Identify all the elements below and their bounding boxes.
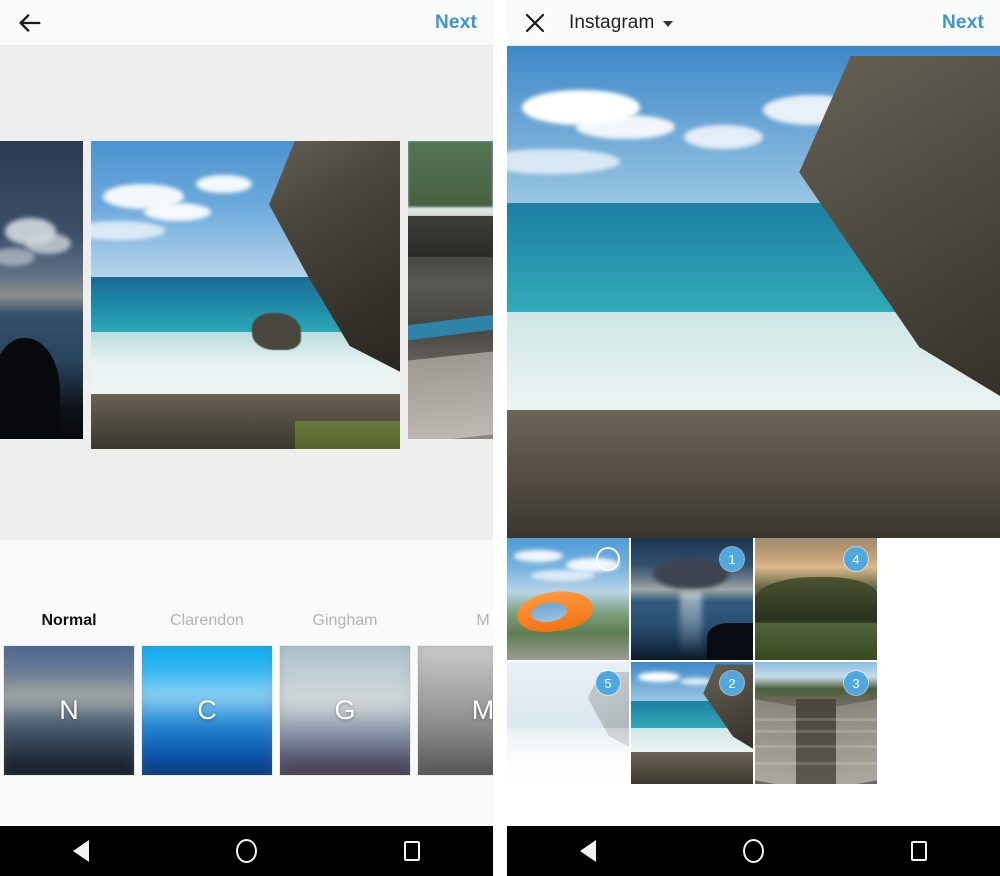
square-recents-icon[interactable] (404, 841, 420, 861)
train-station-platform-image (408, 141, 493, 439)
filter-name-text: Normal (0, 612, 138, 630)
filter-letter-label: M (418, 646, 493, 775)
filter-thumb-moon[interactable]: M (418, 646, 493, 775)
android-navbar-left (0, 826, 493, 876)
photo-carousel[interactable] (0, 141, 493, 449)
dual-screenshot-container: Next (0, 0, 1000, 876)
selected-photo-preview[interactable] (507, 46, 1000, 538)
gallery-item[interactable] (507, 538, 629, 660)
triangle-back-icon[interactable] (73, 840, 89, 862)
album-selector[interactable]: Instagram (569, 12, 673, 34)
filter-option-gingham[interactable]: G (276, 646, 414, 775)
right-app-bar: Instagram Next (507, 0, 1000, 46)
filter-editor-screen: Next (0, 0, 493, 876)
filter-option-clarendon[interactable]: C (138, 646, 276, 775)
gallery-picker-screen: Instagram Next (507, 0, 1000, 876)
album-title: Instagram (569, 12, 654, 34)
selection-badge[interactable]: 3 (844, 671, 868, 695)
coastal-cliff-waves-image (91, 141, 400, 449)
selection-badge[interactable]: 5 (596, 671, 620, 695)
gallery-item[interactable]: 5 (507, 662, 629, 784)
filter-label-row: Normal Clarendon Gingham M (0, 612, 493, 636)
selection-badge[interactable]: 2 (720, 671, 744, 695)
carousel-photo-active[interactable] (91, 141, 400, 449)
android-navbar-right (507, 826, 1000, 876)
gallery-item[interactable]: 1 (631, 538, 753, 660)
filter-letter-label: C (142, 646, 272, 775)
filter-thumbnail-row[interactable]: N C G (0, 646, 493, 775)
coastal-cliff-waves-image (507, 46, 1000, 538)
gallery-item[interactable]: 4 (755, 538, 877, 660)
circle-home-icon[interactable] (743, 839, 764, 863)
carousel-photo-next[interactable] (408, 141, 493, 439)
filter-letter-label: N (4, 646, 134, 775)
carousel-stage (0, 46, 493, 540)
dusk-seascape-image (0, 141, 83, 439)
filter-label-normal: Normal (0, 612, 138, 630)
selection-badge[interactable]: 1 (720, 547, 744, 571)
filters-strip[interactable]: Normal Clarendon Gingham M (0, 540, 493, 831)
filter-thumb-clarendon[interactable]: C (142, 646, 272, 775)
triangle-back-icon[interactable] (580, 840, 596, 862)
next-button[interactable]: Next (942, 12, 984, 34)
back-arrow-icon[interactable] (16, 9, 44, 37)
panel-divider (493, 0, 507, 876)
filter-option-moon[interactable]: M (414, 646, 493, 775)
filter-thumb-normal[interactable]: N (4, 646, 134, 775)
square-recents-icon[interactable] (911, 841, 927, 861)
filter-name-text: M (414, 612, 493, 630)
filter-name-text: Gingham (276, 612, 414, 630)
chevron-down-icon[interactable] (663, 21, 673, 27)
filter-label-moon: M (414, 612, 493, 630)
gallery-item[interactable]: 3 (755, 662, 877, 784)
filter-option-normal[interactable]: N (0, 646, 138, 775)
filter-label-clarendon: Clarendon (138, 612, 276, 630)
filter-label-gingham: Gingham (276, 612, 414, 630)
gallery-grid[interactable]: 1 4 5 (507, 538, 1000, 830)
filter-thumb-gingham[interactable]: G (280, 646, 410, 775)
carousel-photo-prev[interactable] (0, 141, 83, 439)
circle-home-icon[interactable] (236, 839, 257, 863)
next-button[interactable]: Next (435, 12, 477, 34)
gallery-item[interactable]: 2 (631, 662, 753, 784)
filter-letter-label: G (280, 646, 410, 775)
selection-badge[interactable]: 4 (844, 547, 868, 571)
left-app-bar: Next (0, 0, 493, 46)
close-icon[interactable] (523, 11, 547, 35)
selection-badge[interactable] (596, 547, 620, 571)
filter-name-text: Clarendon (138, 612, 276, 630)
